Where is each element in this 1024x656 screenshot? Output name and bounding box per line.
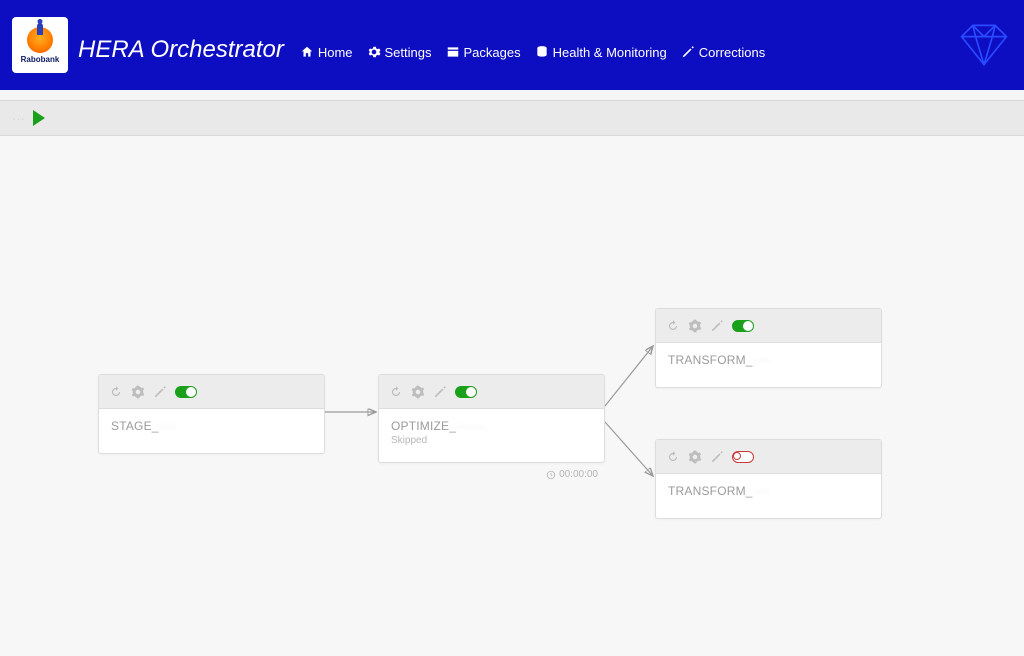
breadcrumb: ··· — [12, 111, 25, 126]
package-icon — [446, 45, 460, 59]
node-time: 00:00:00 — [546, 469, 598, 480]
enable-toggle[interactable] — [732, 320, 754, 332]
enable-toggle[interactable] — [455, 386, 477, 398]
logo-icon — [27, 27, 53, 53]
enable-toggle[interactable] — [175, 386, 197, 398]
history-icon[interactable] — [666, 450, 680, 464]
home-icon — [300, 45, 314, 59]
node-status: Skipped — [391, 435, 592, 446]
nav-label: Home — [318, 45, 353, 60]
enable-toggle[interactable] — [732, 451, 754, 463]
nav-home[interactable]: Home — [300, 45, 353, 60]
nav-corrections[interactable]: Corrections — [681, 45, 765, 60]
pencil-icon[interactable] — [710, 450, 724, 464]
history-icon[interactable] — [389, 385, 403, 399]
node-header — [379, 375, 604, 409]
nav-packages[interactable]: Packages — [446, 45, 521, 60]
workflow-canvas[interactable]: STAGE_···· OPTIMIZE_······· Skipped 00:0… — [0, 136, 1024, 656]
nav-label: Packages — [464, 45, 521, 60]
play-button[interactable] — [33, 110, 45, 126]
toolbar: ··· — [0, 100, 1024, 136]
node-title: OPTIMIZE_······· — [391, 419, 592, 433]
nav-label: Corrections — [699, 45, 765, 60]
history-icon[interactable] — [666, 319, 680, 333]
gear-icon[interactable] — [688, 319, 702, 333]
node-body: STAGE_···· — [99, 409, 324, 453]
workflow-node-stage[interactable]: STAGE_···· — [98, 374, 325, 454]
node-title: TRANSFORM_···· — [668, 484, 869, 498]
workflow-node-transform1[interactable]: TRANSFORM_···· — [655, 308, 882, 388]
gear-icon[interactable] — [688, 450, 702, 464]
workflow-node-optimize[interactable]: OPTIMIZE_······· Skipped 00:00:00 — [378, 374, 605, 463]
pencil-icon[interactable] — [710, 319, 724, 333]
clock-icon — [546, 470, 556, 480]
diamond-icon — [956, 22, 1012, 68]
nav-settings[interactable]: Settings — [367, 45, 432, 60]
brand-logo: Rabobank — [12, 17, 68, 73]
node-body: TRANSFORM_···· — [656, 474, 881, 518]
pencil-icon[interactable] — [433, 385, 447, 399]
nav-label: Settings — [385, 45, 432, 60]
pencil-icon — [681, 45, 695, 59]
pencil-icon[interactable] — [153, 385, 167, 399]
node-header — [656, 309, 881, 343]
workflow-node-transform2[interactable]: TRANSFORM_···· — [655, 439, 882, 519]
node-title: STAGE_···· — [111, 419, 312, 433]
history-icon[interactable] — [109, 385, 123, 399]
nav-label: Health & Monitoring — [553, 45, 667, 60]
app-header: Rabobank HERA Orchestrator Home Settings… — [0, 0, 1024, 90]
node-title: TRANSFORM_···· — [668, 353, 869, 367]
app-title: HERA Orchestrator — [78, 36, 284, 64]
node-header — [656, 440, 881, 474]
gear-icon[interactable] — [411, 385, 425, 399]
main-nav: Home Settings Packages Health & Monitori… — [300, 45, 765, 60]
logo-text: Rabobank — [21, 55, 60, 64]
gear-icon[interactable] — [131, 385, 145, 399]
nav-health[interactable]: Health & Monitoring — [535, 45, 667, 60]
node-header — [99, 375, 324, 409]
gear-icon — [367, 45, 381, 59]
node-body: TRANSFORM_···· — [656, 343, 881, 387]
node-body: OPTIMIZE_······· Skipped — [379, 409, 604, 462]
database-icon — [535, 45, 549, 59]
